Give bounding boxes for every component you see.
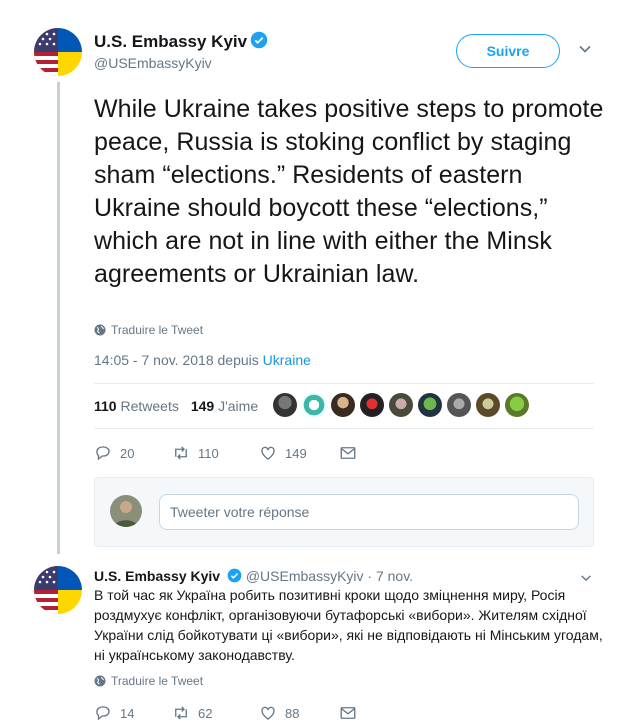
- liker-avatar[interactable]: [302, 393, 326, 417]
- location-link[interactable]: Ukraine: [263, 352, 311, 368]
- translate-tweet-link[interactable]: Traduire le Tweet: [94, 323, 203, 337]
- divider: [94, 383, 594, 384]
- heart-icon: [261, 706, 275, 720]
- liker-avatar[interactable]: [418, 393, 442, 417]
- retweet-button[interactable]: 62: [172, 704, 259, 722]
- author-name[interactable]: U.S. Embassy Kyiv: [94, 568, 220, 584]
- retweet-icon: [175, 446, 187, 460]
- like-button[interactable]: 88: [259, 704, 339, 722]
- translate-tweet-link[interactable]: Traduire le Tweet: [94, 674, 203, 688]
- flag-avatar-icon: [34, 566, 82, 614]
- heart-icon: [261, 446, 275, 460]
- liker-avatars: [273, 393, 529, 417]
- reply-composer: Tweeter votre réponse: [94, 477, 594, 547]
- chevron-down-icon[interactable]: [580, 572, 592, 584]
- reply-button[interactable]: 14: [94, 704, 172, 722]
- author-name[interactable]: U.S. Embassy Kyiv: [94, 31, 268, 52]
- like-button[interactable]: 149: [259, 444, 339, 462]
- likes-stat[interactable]: 149 J'aime: [191, 398, 258, 414]
- tweet-actions: 14 62 88: [94, 704, 357, 722]
- verified-badge-icon: [227, 568, 242, 583]
- timestamp-text: 14:05 - 7 nov. 2018 depuis: [94, 352, 263, 368]
- liker-avatar[interactable]: [389, 393, 413, 417]
- tweet-actions: 20 110 149: [94, 444, 357, 462]
- globe-icon: [94, 324, 106, 336]
- author-avatar[interactable]: [34, 28, 82, 76]
- retweets-stat[interactable]: 110 Retweets: [94, 398, 179, 414]
- author-handle[interactable]: @USEmbassyKyiv: [94, 55, 212, 71]
- liker-avatar[interactable]: [273, 393, 297, 417]
- reply-count: 20: [120, 445, 135, 461]
- reply-icon: [96, 446, 110, 461]
- flag-avatar-icon: [34, 28, 82, 76]
- tweet-text: While Ukraine takes positive steps to pr…: [94, 95, 604, 288]
- reply-input[interactable]: Tweeter votre réponse: [159, 494, 579, 530]
- retweet-count: 110: [198, 445, 219, 461]
- envelope-icon: [340, 447, 356, 459]
- user-avatar-icon: [110, 495, 142, 527]
- like-count: 149: [285, 445, 307, 461]
- follow-button[interactable]: Suivre: [456, 34, 560, 68]
- tweet-stats: 110 Retweets 149 J'aime: [94, 398, 258, 414]
- like-count: 88: [285, 705, 300, 721]
- retweet-icon: [175, 706, 187, 720]
- liker-avatar[interactable]: [505, 393, 529, 417]
- tweet-timestamp: 14:05 - 7 nov. 2018 depuis Ukraine: [94, 352, 311, 368]
- verified-badge-icon: [250, 31, 268, 49]
- liker-avatar[interactable]: [447, 393, 471, 417]
- retweet-button[interactable]: 110: [172, 444, 259, 462]
- envelope-icon: [340, 707, 356, 719]
- liker-avatar[interactable]: [360, 393, 384, 417]
- reply-icon: [96, 706, 110, 721]
- translate-label: Traduire le Tweet: [111, 674, 204, 688]
- author-avatar[interactable]: [34, 566, 82, 614]
- direct-message-button[interactable]: [339, 444, 357, 462]
- current-user-avatar[interactable]: [110, 495, 142, 527]
- thread-connector-line: [57, 82, 60, 554]
- direct-message-button[interactable]: [339, 704, 357, 722]
- second-tweet-header: U.S. Embassy Kyiv @USEmbassyKyiv · 7 nov…: [94, 568, 413, 584]
- retweet-count: 62: [198, 705, 213, 721]
- chevron-down-icon[interactable]: [578, 42, 592, 56]
- liker-avatar[interactable]: [331, 393, 355, 417]
- divider: [94, 428, 594, 429]
- author-handle-date[interactable]: @USEmbassyKyiv · 7 nov.: [246, 568, 413, 584]
- tweet-text: В той час як Україна робить позитивні кр…: [94, 587, 603, 663]
- reply-count: 14: [120, 705, 135, 721]
- liker-avatar[interactable]: [476, 393, 500, 417]
- reply-button[interactable]: 20: [94, 444, 172, 462]
- translate-label: Traduire le Tweet: [111, 323, 204, 337]
- globe-icon: [94, 675, 106, 687]
